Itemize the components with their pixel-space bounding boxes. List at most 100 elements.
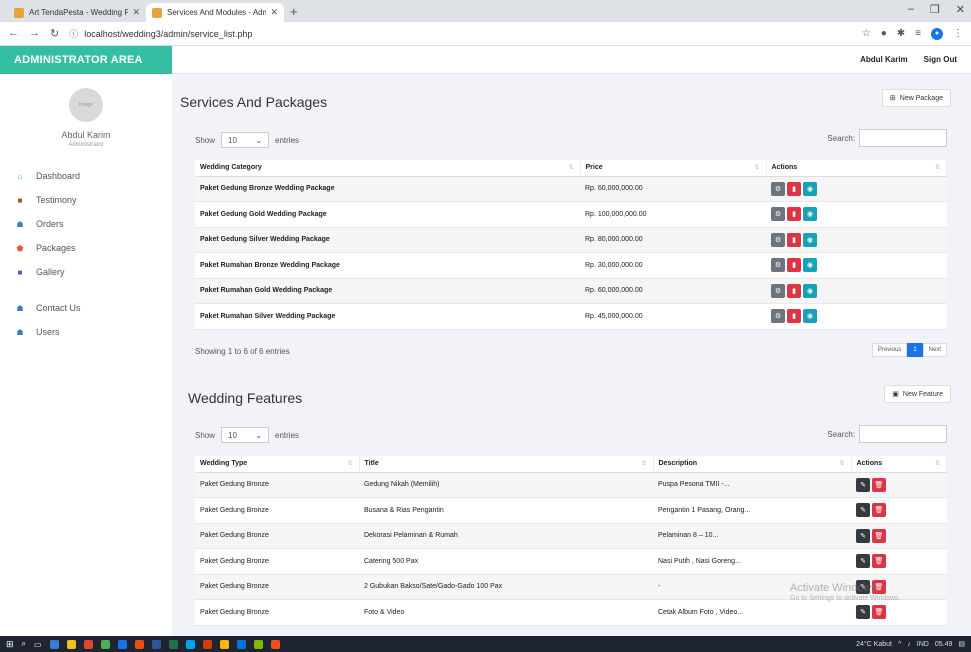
settings-button[interactable]: ⚙ [771,309,785,324]
delete-button[interactable]: 🗑 [872,477,886,492]
package-price-cell: Rp. 60,000,000.00 [580,176,766,202]
topbar-user-link[interactable]: Abdul Karim [860,55,908,64]
features-entries-select[interactable]: 10 ⌄ [221,427,270,443]
sidebar-item-users[interactable]: ☗ Users [0,320,172,344]
sidebar-item-packages[interactable]: ⬟ Packages [0,236,172,260]
edit-button[interactable]: ✎ [856,477,870,492]
edit-button[interactable]: ✎ [856,554,870,569]
sort-icon: ⇅ [839,461,845,467]
taskbar-app-icon[interactable] [151,639,161,649]
tab-close-icon[interactable]: ✕ [270,7,278,18]
clock-text[interactable]: 05.49 [935,641,953,648]
column-header[interactable]: Wedding Category ⇅ [195,160,581,177]
taskbar-app-icon[interactable] [270,639,280,649]
taskbar-app-icon[interactable] [185,639,195,649]
table-row: Paket Gedung Bronze Dekorasi Pelaminan & … [195,523,947,549]
sidebar-item-gallery[interactable]: ■ Gallery [0,260,172,284]
reload-icon[interactable]: ↻ [50,27,59,40]
info-icon[interactable]: ⓘ [69,27,78,40]
sidebar-item-dashboard[interactable]: ⌂ Dashboard [0,164,172,188]
new-feature-label: New Feature [902,390,943,398]
delete-button[interactable]: ▮ [787,283,801,298]
page-1-button[interactable]: 1 [907,343,923,357]
extension-icon[interactable]: ● [881,28,887,39]
edit-button[interactable]: ✎ [856,605,870,620]
close-window-icon[interactable]: ✕ [956,3,965,16]
taskbar-app-icon[interactable] [66,639,76,649]
search-icon[interactable]: ⌕ [22,639,26,649]
tray-chevron-icon[interactable]: ^ [898,641,901,648]
taskbar-app-icon[interactable] [100,639,110,649]
view-button[interactable]: ◉ [803,258,817,273]
edit-button[interactable]: ✎ [856,503,870,518]
settings-button[interactable]: ⚙ [771,181,785,196]
notification-icon[interactable]: ▤ [958,640,965,648]
delete-button[interactable]: ▮ [787,207,801,222]
windows-start-icon[interactable]: ⊞ [6,639,14,650]
minimize-icon[interactable]: – [908,3,914,16]
new-feature-button[interactable]: ▣ New Feature [884,385,951,403]
edit-button[interactable]: ✎ [856,528,870,543]
features-search-input[interactable] [859,425,947,443]
delete-button[interactable]: ▮ [787,258,801,273]
sidebar: ADMINISTRATOR AREA Image Abdul Karim Adm… [0,46,172,636]
delete-button[interactable]: ▮ [787,181,801,196]
delete-button[interactable]: 🗑 [872,554,886,569]
sidebar-item-contact-us[interactable]: ☗ Contact Us [0,296,172,320]
column-header[interactable]: Actions ⇅ [851,456,947,473]
view-button[interactable]: ◉ [803,181,817,196]
column-header[interactable]: Actions ⇅ [766,160,947,177]
bookmark-star-icon[interactable]: ☆ [862,28,871,39]
settings-button[interactable]: ⚙ [771,207,785,222]
settings-button[interactable]: ⚙ [771,258,785,273]
taskbar-app-icon[interactable] [253,639,263,649]
taskbar-app-icon[interactable] [236,639,246,649]
sidebar-item-orders[interactable]: ☗ Orders [0,212,172,236]
browser-tab-2[interactable]: Services And Modules - Administr ✕ [146,3,284,22]
new-tab-icon[interactable]: + [290,4,298,19]
profile-avatar-icon[interactable]: ● [931,27,943,40]
taskbar-app-icon[interactable] [219,639,229,649]
view-button[interactable]: ◉ [803,283,817,298]
settings-button[interactable]: ⚙ [771,283,785,298]
column-header[interactable]: Description ⇅ [653,456,852,473]
sidebar-item-testimony[interactable]: ■ Testimony [0,188,172,212]
forward-icon[interactable]: → [29,27,40,40]
packages-search-input[interactable] [859,129,947,147]
taskbar-app-icon[interactable] [134,639,144,649]
settings-button[interactable]: ⚙ [771,232,785,247]
delete-button[interactable]: 🗑 [872,605,886,620]
taskbar-app-icon[interactable] [202,639,212,649]
task-view-icon[interactable]: ▭ [34,640,42,649]
column-header[interactable]: Title ⇅ [359,456,654,473]
view-button[interactable]: ◉ [803,207,817,222]
delete-button[interactable]: ▮ [787,309,801,324]
language-indicator[interactable]: IND [917,641,929,648]
url-field[interactable]: ⓘ localhost/wedding3/admin/service_list.… [69,25,862,43]
back-icon[interactable]: ← [8,27,19,40]
volume-icon[interactable]: ♪ [907,641,911,648]
new-package-button[interactable]: ⊞ New Package [881,89,951,107]
tab-close-icon[interactable]: ✕ [132,7,140,18]
delete-button[interactable]: 🗑 [872,528,886,543]
view-button[interactable]: ◉ [803,232,817,247]
packages-entries-select[interactable]: 10 ⌄ [221,132,270,148]
weather-text[interactable]: 24°C Kabut [856,641,892,648]
taskbar-app-icon[interactable] [49,639,59,649]
taskbar-app-icon[interactable] [117,639,127,649]
previous-button[interactable]: Previous [871,343,908,357]
reading-list-icon[interactable]: ≡ [915,28,921,39]
column-header[interactable]: Wedding Type ⇅ [195,456,360,473]
browser-tab-1[interactable]: Art TendaPesta - Wedding Planne ✕ [8,3,146,22]
maximize-icon[interactable]: ❐ [930,3,940,16]
next-button[interactable]: Next [922,343,947,357]
column-header[interactable]: Price ⇅ [580,160,767,177]
delete-button[interactable]: 🗑 [872,503,886,518]
sign-out-link[interactable]: Sign Out [924,55,957,64]
puzzle-icon[interactable]: ✱ [897,28,905,39]
taskbar-app-icon[interactable] [83,639,93,649]
delete-button[interactable]: ▮ [787,232,801,247]
taskbar-app-icon[interactable] [168,639,178,649]
more-menu-icon[interactable]: ⋮ [953,28,963,39]
view-button[interactable]: ◉ [803,309,817,324]
